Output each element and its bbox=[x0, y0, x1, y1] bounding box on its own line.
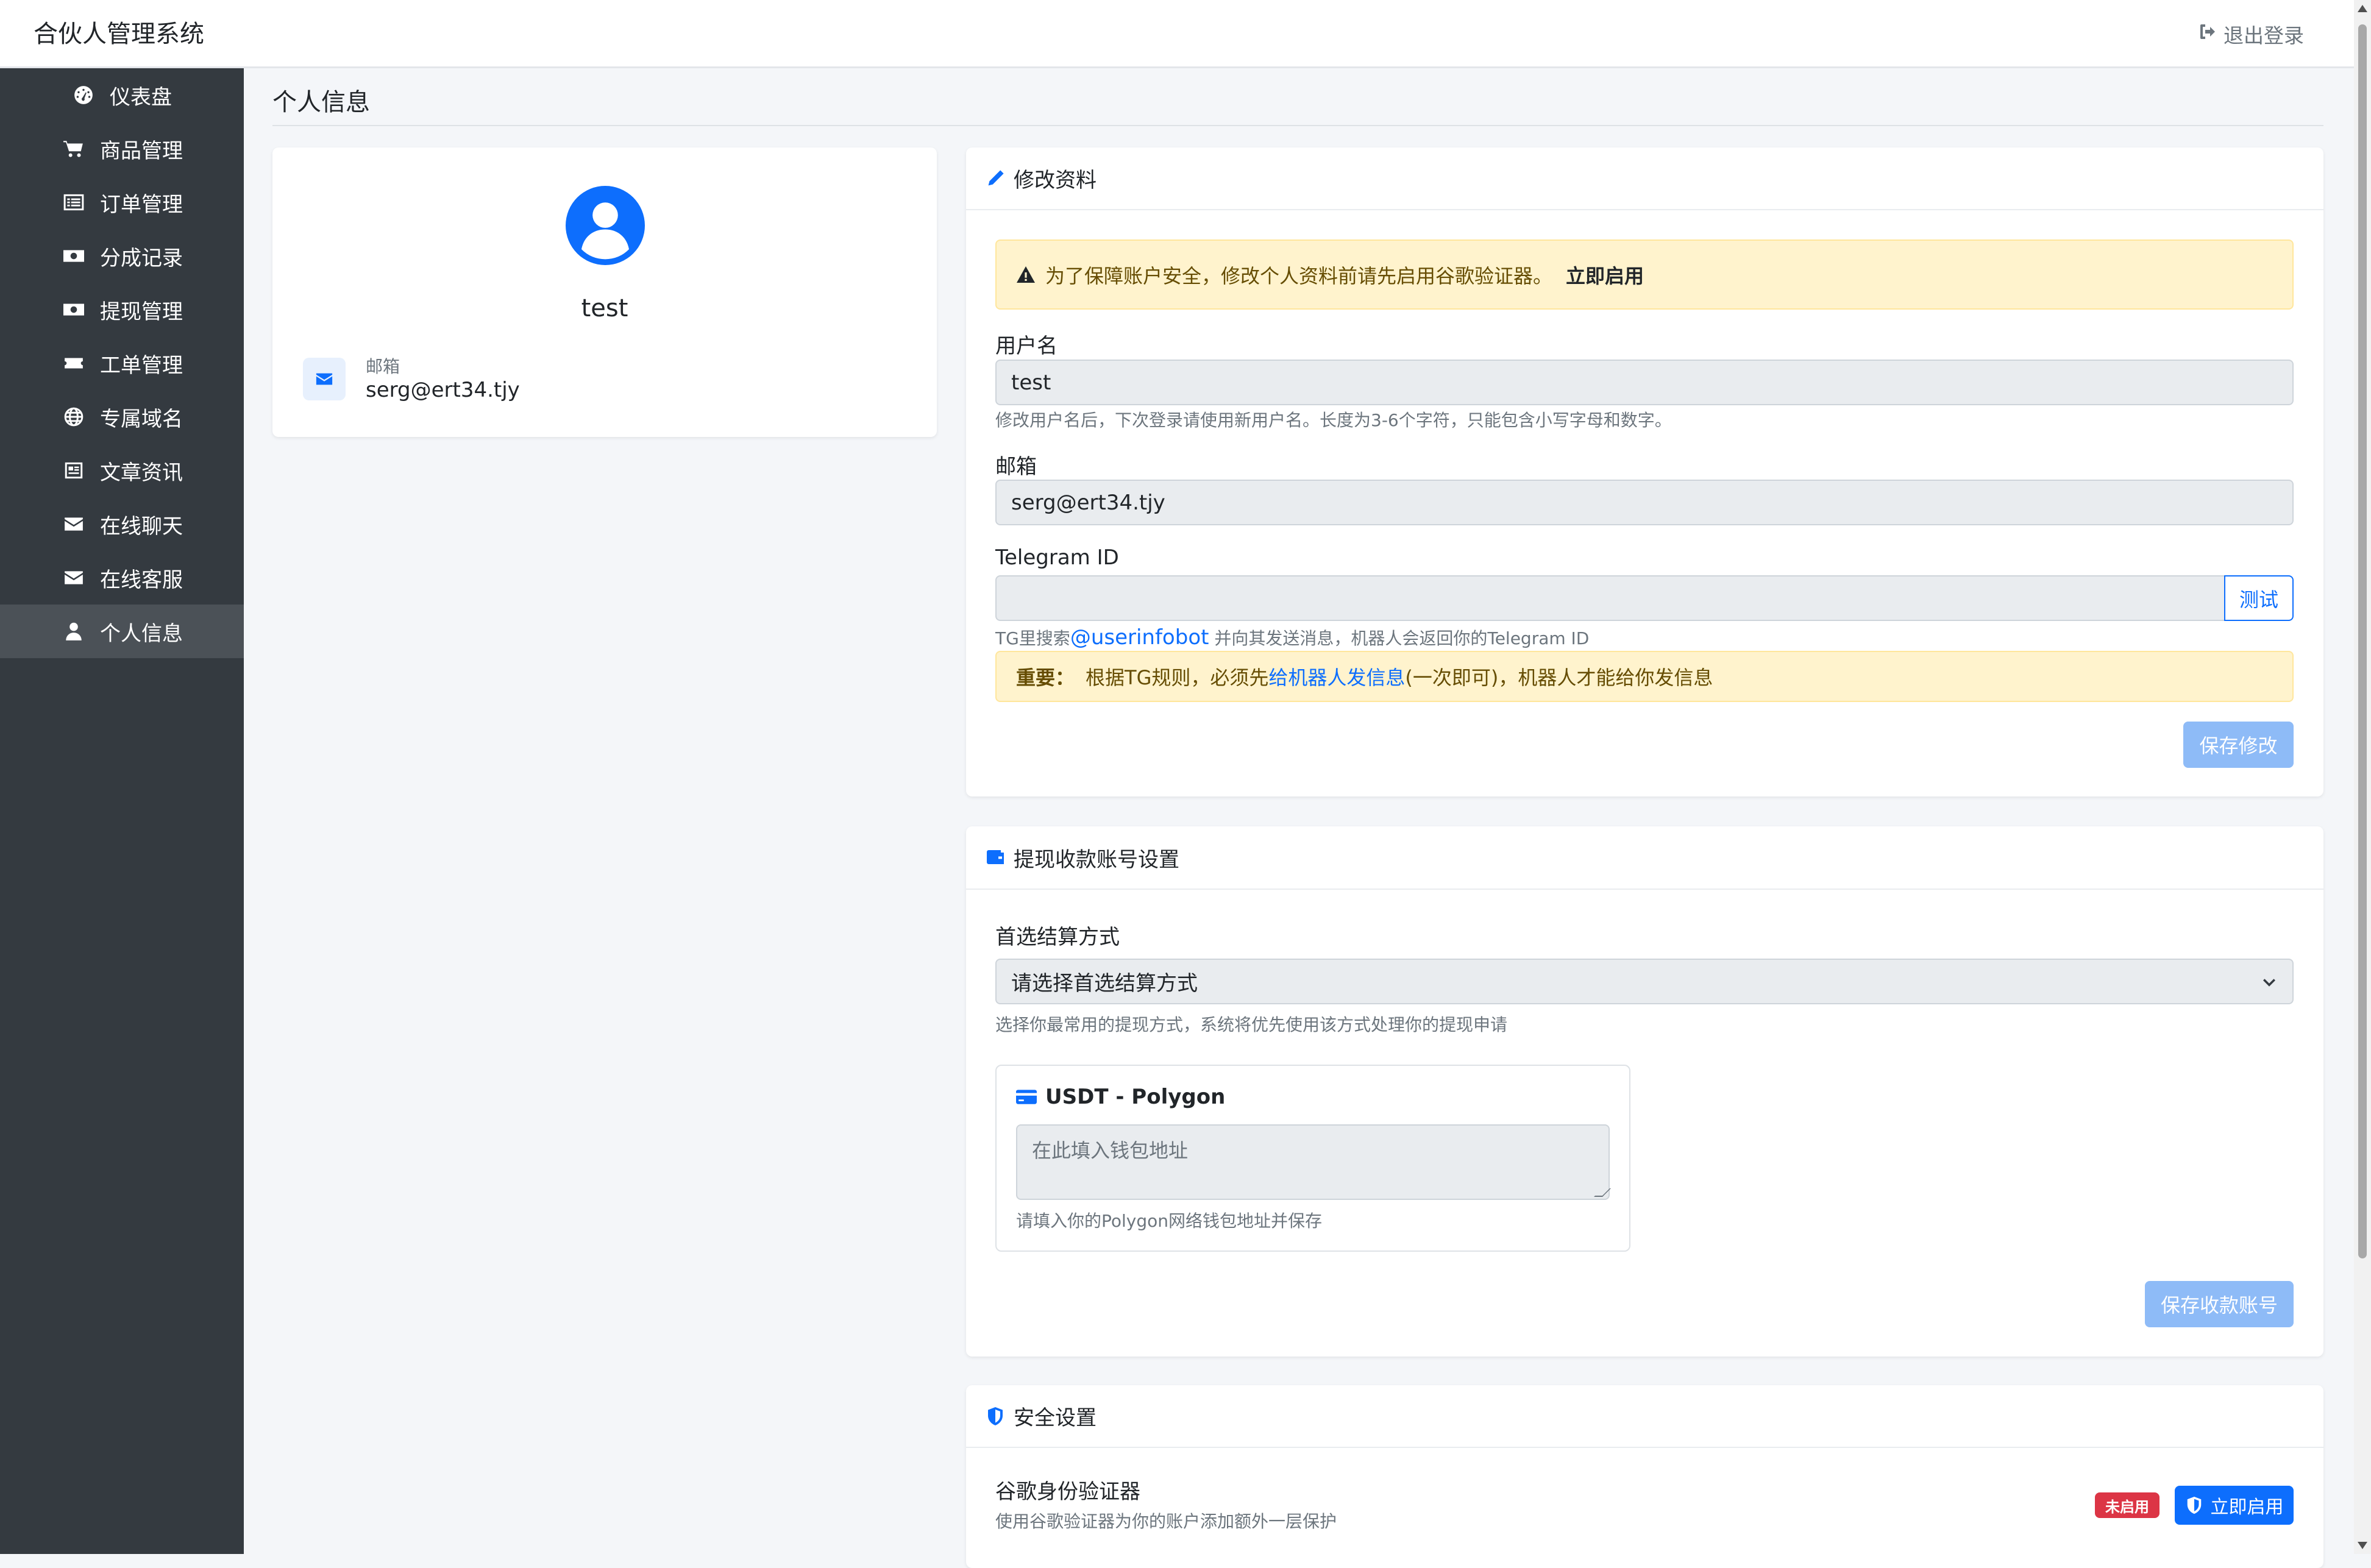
logout-button[interactable]: 退出登录 bbox=[2198, 21, 2304, 48]
sidebar-item-label: 分成记录 bbox=[100, 246, 183, 271]
logout-label: 退出登录 bbox=[2223, 24, 2304, 48]
sidebar-item-label: 在线客服 bbox=[100, 567, 183, 592]
email-icon-tile bbox=[303, 358, 346, 400]
usdt-polygon-header: USDT - Polygon bbox=[1016, 1085, 1225, 1109]
telegram-hint-prefix: TG里搜索 bbox=[995, 628, 1070, 648]
sidebar-item-label: 订单管理 bbox=[100, 192, 183, 217]
sidebar-item-articles[interactable]: 文章资讯 bbox=[0, 444, 244, 497]
warning-triangle-icon bbox=[1016, 265, 1036, 285]
security-title: 安全设置 bbox=[1014, 1406, 1097, 1430]
important-text-2: (一次即可)，机器人才能给你发信息 bbox=[1405, 666, 1713, 689]
sign-out-icon bbox=[2198, 22, 2217, 46]
sidebar-item-domains[interactable]: 专属域名 bbox=[0, 390, 244, 444]
save-profile-button[interactable]: 保存修改 bbox=[2183, 722, 2294, 768]
app-title: 合伙人管理系统 bbox=[34, 20, 204, 48]
wallet-address-textarea[interactable]: 在此填入钱包地址 bbox=[1016, 1124, 1610, 1200]
avatar-icon bbox=[566, 186, 645, 265]
wallet-address-hint: 请填入你的Polygon网络钱包地址并保存 bbox=[1016, 1211, 1323, 1231]
credit-card-icon bbox=[1016, 1087, 1037, 1107]
envelope-icon bbox=[61, 511, 87, 537]
user-icon bbox=[61, 619, 87, 644]
envelope-icon bbox=[61, 565, 87, 591]
profile-name: test bbox=[581, 294, 628, 322]
sidebar-item-orders[interactable]: 订单管理 bbox=[0, 176, 244, 229]
username-hint: 修改用户名后，下次登录请使用新用户名。长度为3-6个字符，只能包含小写字母和数字… bbox=[995, 410, 1672, 430]
page-title-divider bbox=[272, 125, 2323, 126]
enable-2fa-link[interactable]: 立即启用 bbox=[1566, 261, 1644, 289]
settlement-method-select[interactable]: 请选择首选结算方式 bbox=[995, 959, 2294, 1004]
sidebar-item-withdrawals[interactable]: 提现管理 bbox=[0, 283, 244, 336]
telegram-hint: TG里搜索 @userinfobot 并向其发送消息，机器人会返回你的Teleg… bbox=[995, 625, 1589, 650]
security-warning-alert: 为了保障账户安全，修改个人资料前请先启用谷歌验证器。 立即启用 bbox=[995, 239, 2294, 310]
sidebar-item-label: 文章资讯 bbox=[100, 460, 183, 485]
sidebar-item-label: 提现管理 bbox=[100, 299, 183, 324]
withdraw-account-title: 提现收款账号设置 bbox=[1014, 847, 1179, 872]
important-notice: 重要： 根据TG规则，必须先 给机器人发信息 (一次即可)，机器人才能给你发信息 bbox=[995, 651, 2294, 702]
google-authenticator-desc: 使用谷歌验证器为你的账户添加额外一层保护 bbox=[995, 1511, 1337, 1531]
top-navbar bbox=[0, 0, 2371, 68]
save-withdraw-account-button[interactable]: 保存收款账号 bbox=[2145, 1281, 2294, 1327]
sidebar-item-label: 商品管理 bbox=[100, 138, 183, 163]
wallet-address-placeholder: 在此填入钱包地址 bbox=[1032, 1139, 1189, 1162]
shield-icon bbox=[986, 1407, 1005, 1426]
pencil-icon bbox=[986, 169, 1005, 188]
enable-authenticator-label: 立即启用 bbox=[2210, 1497, 2284, 1518]
sidebar-item-customer-service[interactable]: 在线客服 bbox=[0, 551, 244, 605]
warning-text: 为了保障账户安全，修改个人资料前请先启用谷歌验证器。 bbox=[1045, 264, 1553, 288]
cart-icon bbox=[61, 136, 87, 161]
test-telegram-button[interactable]: 测试 bbox=[2224, 575, 2294, 621]
userinfobot-link[interactable]: @userinfobot bbox=[1070, 625, 1209, 650]
sidebar-item-dashboard[interactable]: 仪表盘 bbox=[0, 68, 244, 122]
sidebar-item-products[interactable]: 商品管理 bbox=[0, 122, 244, 176]
dashboard-icon bbox=[71, 82, 96, 108]
username-label: 用户名 bbox=[995, 334, 1058, 358]
profile-email-label: 邮箱 bbox=[366, 357, 400, 377]
ticket-icon bbox=[61, 350, 87, 376]
list-icon bbox=[61, 190, 87, 215]
page-title: 个人信息 bbox=[272, 88, 370, 116]
chevron-down-icon bbox=[2261, 973, 2278, 990]
shield-icon bbox=[2185, 1496, 2203, 1514]
important-label: 重要： bbox=[1016, 666, 1075, 689]
sidebar-item-label: 个人信息 bbox=[100, 621, 183, 646]
envelope-icon bbox=[315, 370, 333, 388]
google-authenticator-title: 谷歌身份验证器 bbox=[995, 1480, 1140, 1504]
sidebar-item-commission[interactable]: 分成记录 bbox=[0, 229, 244, 283]
email-label: 邮箱 bbox=[995, 455, 1037, 479]
sidebar-item-label: 在线聊天 bbox=[100, 514, 183, 539]
scrollbar-thumb[interactable] bbox=[2358, 24, 2367, 1258]
security-header: 安全设置 bbox=[966, 1385, 2323, 1448]
sidebar-item-tickets[interactable]: 工单管理 bbox=[0, 336, 244, 390]
newspaper-icon bbox=[61, 458, 87, 483]
username-input[interactable]: test bbox=[995, 360, 2294, 405]
telegram-hint-suffix: 并向其发送消息，机器人会返回你的Telegram ID bbox=[1209, 628, 1590, 648]
important-text-1: 根据TG规则，必须先 bbox=[1086, 666, 1269, 689]
telegram-id-input[interactable] bbox=[995, 575, 2225, 621]
enable-authenticator-button[interactable]: 立即启用 bbox=[2175, 1486, 2294, 1525]
edit-profile-header: 修改资料 bbox=[966, 147, 2323, 210]
scroll-down-arrow-icon[interactable] bbox=[2358, 1542, 2367, 1549]
settlement-method-hint: 选择你最常用的提现方式，系统将优先使用该方式处理你的提现申请 bbox=[995, 1015, 1508, 1035]
money-icon bbox=[61, 243, 87, 269]
sidebar-item-label: 仪表盘 bbox=[110, 85, 172, 110]
money-icon bbox=[61, 297, 87, 322]
globe-icon bbox=[61, 404, 87, 430]
withdraw-account-header: 提现收款账号设置 bbox=[966, 826, 2323, 890]
scroll-up-arrow-icon[interactable] bbox=[2358, 5, 2367, 12]
settlement-method-label: 首选结算方式 bbox=[995, 925, 1120, 949]
email-input[interactable]: serg@ert34.tjy bbox=[995, 480, 2294, 525]
usdt-polygon-title: USDT - Polygon bbox=[1045, 1085, 1226, 1109]
sidebar-item-live-chat[interactable]: 在线聊天 bbox=[0, 497, 244, 551]
message-bot-link[interactable]: 给机器人发信息 bbox=[1268, 662, 1405, 690]
sidebar-item-label: 专属域名 bbox=[100, 406, 183, 431]
profile-email-value: serg@ert34.tjy bbox=[366, 378, 520, 402]
wallet-icon bbox=[986, 848, 1005, 867]
sidebar-item-label: 工单管理 bbox=[100, 353, 183, 378]
telegram-label: Telegram ID bbox=[995, 545, 1119, 570]
sidebar-item-profile[interactable]: 个人信息 bbox=[0, 605, 244, 658]
settlement-method-value: 请选择首选结算方式 bbox=[1011, 971, 1198, 996]
edit-profile-title: 修改资料 bbox=[1014, 168, 1097, 193]
status-badge: 未启用 bbox=[2095, 1492, 2159, 1518]
